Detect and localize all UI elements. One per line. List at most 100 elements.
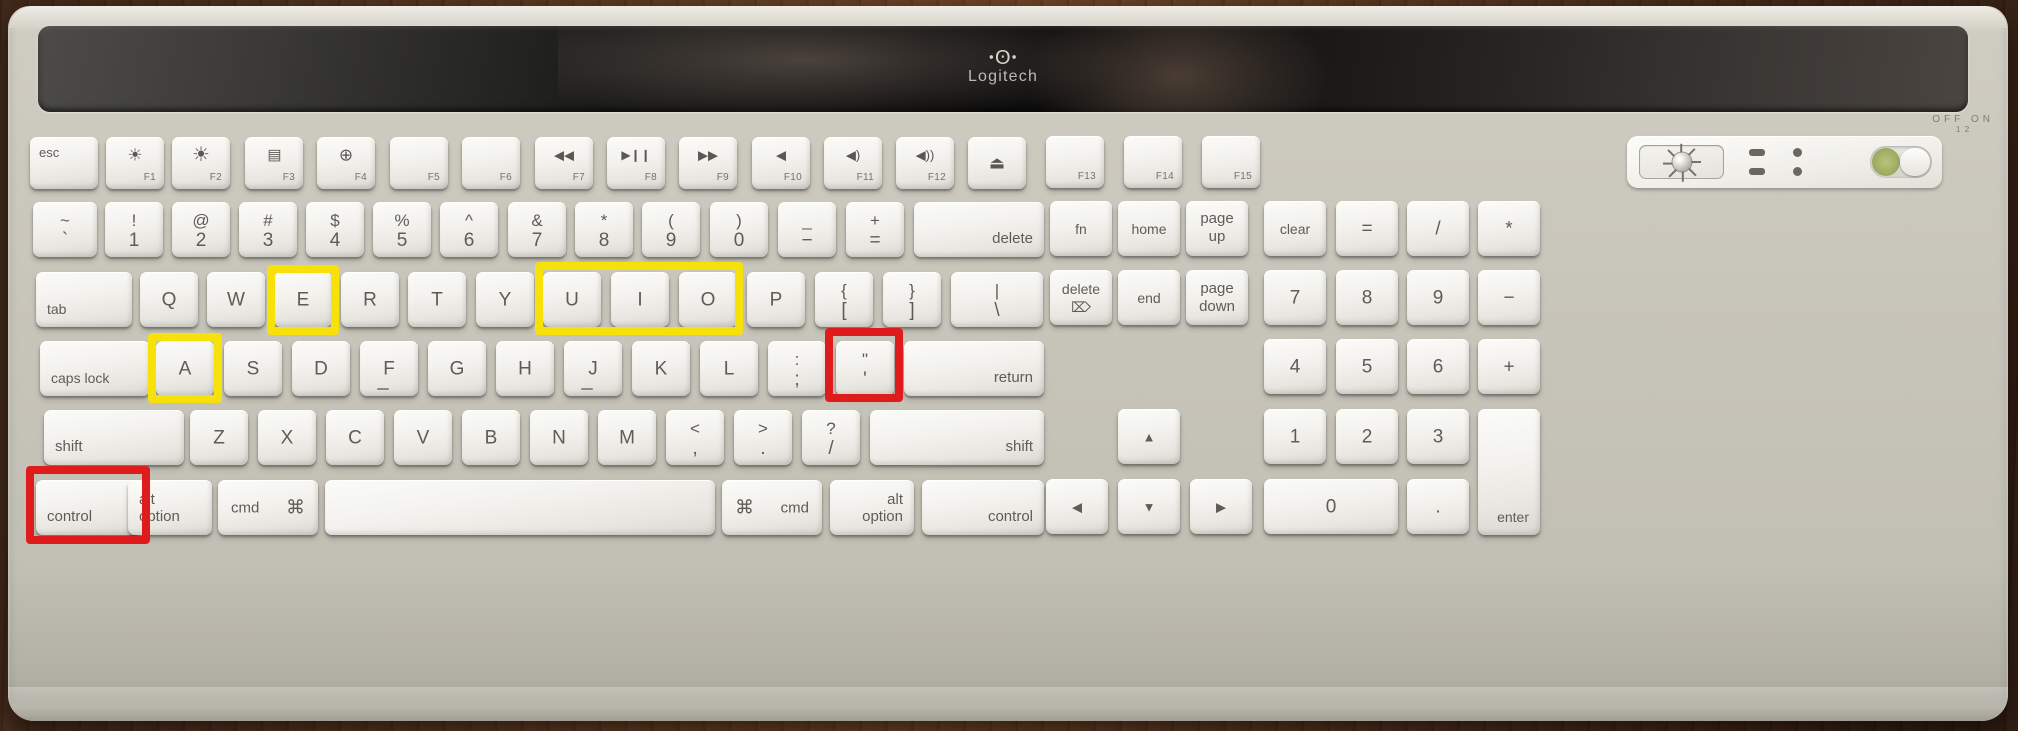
key-numpad-6[interactable]: 6	[1407, 339, 1469, 394]
key-p[interactable]: P	[747, 272, 805, 327]
key-clear[interactable]: clear	[1264, 201, 1326, 256]
key-numpad-4[interactable]: 4	[1264, 339, 1326, 394]
key-arrow-left[interactable]: ◀	[1046, 479, 1108, 534]
key-f11[interactable]: ◀) F11	[824, 137, 882, 189]
key-numpad-7[interactable]: 7	[1264, 270, 1326, 325]
key-tab[interactable]: tab	[36, 272, 132, 327]
key-x[interactable]: X	[258, 410, 316, 465]
key-numpad-8[interactable]: 8	[1336, 270, 1398, 325]
key-f13[interactable]: F13	[1046, 136, 1104, 188]
key-s[interactable]: S	[224, 341, 282, 396]
key-f14[interactable]: F14	[1124, 136, 1182, 188]
key-control-right[interactable]: control	[922, 480, 1044, 535]
key-numpad-equal[interactable]: =	[1336, 201, 1398, 256]
key-v[interactable]: V	[394, 410, 452, 465]
key-page-down[interactable]: page down	[1186, 270, 1248, 325]
key-bracket-left[interactable]: {[	[815, 272, 873, 327]
key-e[interactable]: E	[274, 272, 332, 327]
key-eject[interactable]: ⏏	[968, 137, 1026, 189]
key-forward-delete[interactable]: delete ⌦	[1050, 270, 1112, 325]
key-n[interactable]: N	[530, 410, 588, 465]
key-shift-right[interactable]: shift	[870, 410, 1044, 465]
key-page-up[interactable]: page up	[1186, 201, 1248, 256]
key-i[interactable]: I	[611, 272, 669, 327]
key-numpad-divide[interactable]: /	[1407, 201, 1469, 256]
key-arrow-down[interactable]: ▼	[1118, 479, 1180, 534]
key-0[interactable]: ) 0	[710, 202, 768, 257]
key-r[interactable]: R	[341, 272, 399, 327]
key-caps-lock[interactable]: caps lock	[40, 341, 150, 396]
key-8[interactable]: * 8	[575, 202, 633, 257]
key-4[interactable]: $4	[306, 202, 364, 257]
key-tilde[interactable]: ~ `	[33, 202, 97, 257]
key-option-right[interactable]: alt option	[830, 480, 914, 535]
key-cmd-right[interactable]: ⌘ cmd	[722, 480, 822, 535]
key-w[interactable]: W	[207, 272, 265, 327]
key-f4[interactable]: ⊕ F4	[317, 137, 375, 189]
key-t[interactable]: T	[408, 272, 466, 327]
key-end[interactable]: end	[1118, 270, 1180, 325]
key-k[interactable]: K	[632, 341, 690, 396]
key-u[interactable]: U	[543, 272, 601, 327]
key-j[interactable]: J	[564, 341, 622, 396]
key-g[interactable]: G	[428, 341, 486, 396]
key-6[interactable]: ^ 6	[440, 202, 498, 257]
key-quote[interactable]: " '	[836, 341, 894, 396]
key-o[interactable]: O	[679, 272, 737, 327]
key-f12[interactable]: ◀)) F12	[896, 137, 954, 189]
key-control-left[interactable]: control	[36, 480, 140, 535]
key-cmd-left[interactable]: cmd ⌘	[218, 480, 318, 535]
key-bracket-right[interactable]: }]	[883, 272, 941, 327]
key-option-left[interactable]: alt option	[128, 480, 212, 535]
key-2[interactable]: @2	[172, 202, 230, 257]
key-home[interactable]: home	[1118, 201, 1180, 256]
key-f6[interactable]: F6	[462, 137, 520, 189]
key-f5[interactable]: F5	[390, 137, 448, 189]
key-q[interactable]: Q	[140, 272, 198, 327]
key-f9[interactable]: ▶▶ F9	[679, 137, 737, 189]
key-f3[interactable]: ▤ F3	[245, 137, 303, 189]
key-f8[interactable]: ▶❙❙ F8	[607, 137, 665, 189]
key-delete[interactable]: delete	[914, 202, 1044, 257]
key-fn[interactable]: fn	[1050, 201, 1112, 256]
key-numpad-minus[interactable]: −	[1478, 270, 1540, 325]
key-b[interactable]: B	[462, 410, 520, 465]
key-m[interactable]: M	[598, 410, 656, 465]
key-arrow-up[interactable]: ▲	[1118, 409, 1180, 464]
key-arrow-right[interactable]: ▶	[1190, 479, 1252, 534]
key-numpad-5[interactable]: 5	[1336, 339, 1398, 394]
key-7[interactable]: & 7	[508, 202, 566, 257]
power-toggle-switch[interactable]	[1870, 146, 1932, 178]
key-numpad-0[interactable]: 0	[1264, 479, 1398, 534]
key-3[interactable]: #3	[239, 202, 297, 257]
key-h[interactable]: H	[496, 341, 554, 396]
key-f7[interactable]: ◀◀ F7	[535, 137, 593, 189]
power-toggle-knob[interactable]	[1900, 148, 1930, 176]
key-esc[interactable]: esc	[30, 137, 98, 189]
key-1[interactable]: ! 1	[105, 202, 163, 257]
key-minus[interactable]: _ −	[778, 202, 836, 257]
key-period[interactable]: >.	[734, 410, 792, 465]
key-numpad-2[interactable]: 2	[1336, 409, 1398, 464]
key-numpad-9[interactable]: 9	[1407, 270, 1469, 325]
key-return[interactable]: return	[904, 341, 1044, 396]
key-5[interactable]: % 5	[373, 202, 431, 257]
key-y[interactable]: Y	[476, 272, 534, 327]
key-comma[interactable]: <,	[666, 410, 724, 465]
key-a[interactable]: A	[156, 341, 214, 396]
key-numpad-3[interactable]: 3	[1407, 409, 1469, 464]
key-numpad-plus[interactable]: +	[1478, 339, 1540, 394]
key-9[interactable]: (9	[642, 202, 700, 257]
key-numpad-multiply[interactable]: *	[1478, 201, 1540, 256]
key-f10[interactable]: ◀ F10	[752, 137, 810, 189]
key-f15[interactable]: F15	[1202, 136, 1260, 188]
key-numpad-period[interactable]: .	[1407, 479, 1469, 534]
key-slash[interactable]: ? /	[802, 410, 860, 465]
key-z[interactable]: Z	[190, 410, 248, 465]
key-numpad-1[interactable]: 1	[1264, 409, 1326, 464]
key-f2[interactable]: ☀ F2	[172, 137, 230, 189]
key-f1[interactable]: ☀ F1	[106, 137, 164, 189]
key-equal[interactable]: + =	[846, 202, 904, 257]
key-l[interactable]: L	[700, 341, 758, 396]
key-numpad-enter[interactable]: enter	[1478, 409, 1540, 535]
